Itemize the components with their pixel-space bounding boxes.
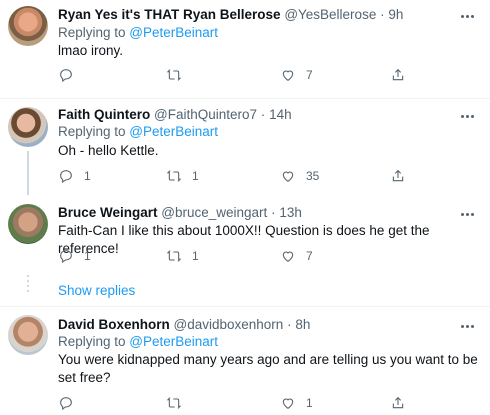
heart-icon [282,171,294,182]
avatar[interactable] [8,204,48,244]
replying-to: Replying to @PeterBeinart [58,123,218,141]
share-button[interactable] [390,168,406,184]
replying-to-link[interactable]: @PeterBeinart [129,124,218,139]
retweet-count: 1 [192,169,199,183]
timestamp[interactable]: 8h [295,317,310,332]
heart-icon [282,251,294,262]
retweet-icon [166,397,182,409]
separator-dot: · [260,107,266,122]
author-name[interactable]: Ryan Yes it's THAT Ryan Bellerose [58,7,281,22]
timestamp[interactable]: 14h [269,107,292,122]
reply-icon [60,69,72,83]
retweet-count: 1 [192,249,199,263]
separator-dot: · [271,205,276,220]
reply-icon [60,397,72,411]
tweet-text: You were kidnapped many years ago and ar… [58,352,478,385]
replying-to-link[interactable]: @PeterBeinart [129,334,218,349]
avatar[interactable] [8,315,48,355]
author-name[interactable]: Bruce Weingart [58,205,158,220]
reply-icon [60,250,72,264]
author-handle[interactable]: @davidboxenhorn [174,317,284,332]
share-icon [392,68,404,81]
share-icon [392,169,404,182]
reply-count: 1 [84,249,91,263]
thread-dots [27,275,29,295]
like-count: 7 [306,249,313,263]
retweet-button[interactable]: 1 [166,168,199,184]
like-count: 35 [306,169,320,183]
share-button[interactable] [390,395,406,411]
tweet-text: Oh - hello Kettle. [58,143,159,158]
tweet-1[interactable]: Ryan Yes it's THAT Ryan Bellerose @YesBe… [0,0,490,98]
reply-button[interactable]: 1 [58,248,91,264]
show-replies-link[interactable]: Show replies [58,282,135,300]
thread-line [27,151,29,195]
separator-dot: · [380,7,385,22]
more-icon[interactable] [458,319,476,333]
retweet-button[interactable] [166,67,192,83]
timestamp[interactable]: 13h [279,205,302,220]
more-icon[interactable] [458,109,476,123]
like-button[interactable]: 1 [280,395,313,411]
replying-prefix: Replying to [58,334,130,349]
share-button[interactable] [390,67,406,83]
author-handle[interactable]: @bruce_weingart [161,205,267,220]
tweet-2[interactable]: Faith Quintero @FaithQuintero7 · 14h Rep… [0,99,490,195]
like-button[interactable]: 7 [280,67,313,83]
separator-dot: · [287,317,292,332]
retweet-button[interactable] [166,395,192,411]
heart-icon [282,398,294,409]
more-icon[interactable] [458,9,476,23]
tweet-text: lmao irony. [58,43,124,58]
author-handle[interactable]: @FaithQuintero7 [154,107,257,122]
like-button[interactable]: 7 [280,248,313,264]
replying-prefix: Replying to [58,124,130,139]
tweet-4[interactable]: David Boxenhorn @davidboxenhorn · 8h Rep… [0,307,490,415]
like-count: 1 [306,396,313,410]
author-name[interactable]: David Boxenhorn [58,317,170,332]
reply-count: 1 [84,169,91,183]
reply-button[interactable] [58,67,84,83]
replying-to: Replying to @PeterBeinart [58,24,218,42]
reply-button[interactable]: 1 [58,168,91,184]
share-icon [392,396,404,409]
avatar[interactable] [8,6,48,46]
replying-to-link[interactable]: @PeterBeinart [129,25,218,40]
replying-prefix: Replying to [58,25,130,40]
replying-to: Replying to @PeterBeinart [58,333,218,351]
retweet-icon [166,69,182,81]
like-button[interactable]: 35 [280,168,319,184]
author-handle[interactable]: @YesBellerose [284,7,376,22]
reply-icon [60,170,72,184]
timestamp[interactable]: 9h [388,7,403,22]
retweet-icon [166,250,182,262]
like-count: 7 [306,68,313,82]
avatar[interactable] [8,107,48,147]
retweet-icon [166,170,182,182]
author-name[interactable]: Faith Quintero [58,107,150,122]
retweet-button[interactable]: 1 [166,248,199,264]
reply-button[interactable] [58,395,84,411]
more-icon[interactable] [458,207,476,221]
heart-icon [282,70,294,81]
